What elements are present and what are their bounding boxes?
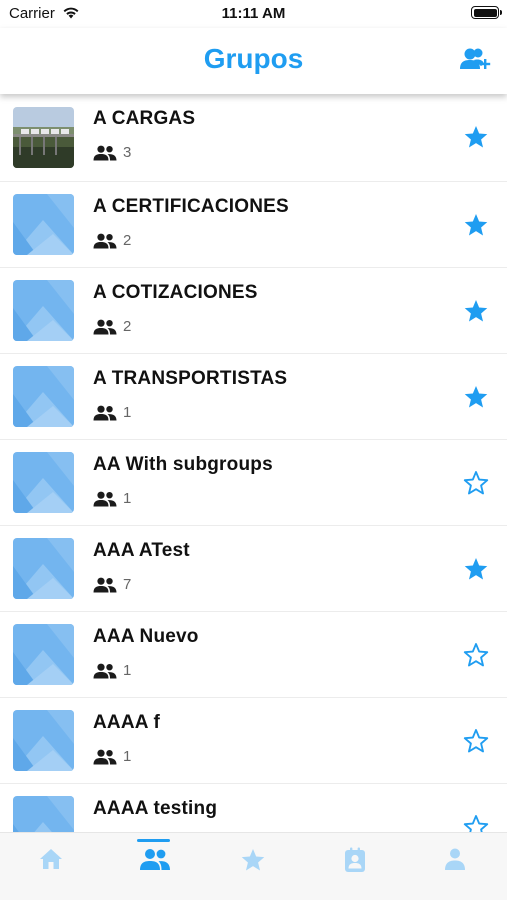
- members-count: 1: [123, 404, 132, 421]
- members-icon: [93, 405, 117, 421]
- groups-tab[interactable]: [101, 833, 202, 901]
- star-filled-icon[interactable]: [463, 212, 489, 238]
- group-thumbnail: [13, 194, 74, 255]
- group-row[interactable]: A TRANSPORTISTAS 1: [0, 354, 507, 440]
- group-name: A CERTIFICACIONES: [93, 196, 289, 217]
- home-tab[interactable]: [0, 833, 101, 901]
- members-count: 1: [123, 748, 132, 765]
- group-row[interactable]: AAAA f 1: [0, 698, 507, 784]
- group-name: A COTIZACIONES: [93, 282, 258, 303]
- group-thumbnail: [13, 366, 74, 427]
- group-row[interactable]: A COTIZACIONES 2: [0, 268, 507, 354]
- group-name: AA With subgroups: [93, 454, 273, 475]
- clock: 11:11 AM: [221, 5, 286, 22]
- group-row[interactable]: AAAA testing: [0, 784, 507, 832]
- members-count: 3: [123, 144, 132, 161]
- star-outline-icon[interactable]: [463, 728, 489, 754]
- group-thumbnail: [13, 107, 74, 168]
- group-row[interactable]: A CERTIFICACIONES 2: [0, 182, 507, 268]
- group-row[interactable]: AAA Nuevo 1: [0, 612, 507, 698]
- group-thumbnail: [13, 538, 74, 599]
- navigation-bar: Grupos: [0, 28, 507, 94]
- group-thumbnail: [13, 710, 74, 771]
- status-bar: Carrier 11:11 AM: [0, 0, 507, 28]
- group-name: AAAA testing: [93, 798, 218, 819]
- members-icon: [93, 145, 117, 161]
- star-filled-icon[interactable]: [463, 298, 489, 324]
- group-name: AAA Nuevo: [93, 626, 199, 647]
- star-outline-icon[interactable]: [463, 470, 489, 496]
- group-name: A TRANSPORTISTAS: [93, 368, 288, 389]
- members-count: 2: [123, 318, 132, 335]
- members-icon: [93, 233, 117, 249]
- group-row[interactable]: AAA ATest 7: [0, 526, 507, 612]
- contact-card-tab[interactable]: [304, 833, 405, 901]
- star-outline-icon[interactable]: [463, 642, 489, 668]
- tab-bar: [0, 832, 507, 900]
- members-icon: [93, 319, 117, 335]
- group-name: A CARGAS: [93, 108, 196, 129]
- members-count: 7: [123, 576, 132, 593]
- page-title: Grupos: [203, 43, 304, 74]
- members-icon: [93, 577, 117, 593]
- battery-icon: [471, 6, 502, 19]
- members-icon: [93, 491, 117, 507]
- group-row[interactable]: AA With subgroups 1: [0, 440, 507, 526]
- star-outline-icon[interactable]: [463, 814, 489, 832]
- members-icon: [93, 749, 117, 765]
- members-count: 1: [123, 662, 132, 679]
- group-thumbnail: [13, 280, 74, 341]
- group-name: AAA ATest: [93, 540, 190, 561]
- group-thumbnail: [13, 796, 74, 832]
- group-thumbnail: [13, 452, 74, 513]
- profile-tab[interactable]: [405, 833, 506, 901]
- star-filled-icon[interactable]: [463, 124, 489, 150]
- members-count: 1: [123, 490, 132, 507]
- members-icon: [93, 663, 117, 679]
- group-name: AAAA f: [93, 712, 160, 733]
- add-user-icon[interactable]: [459, 45, 493, 75]
- star-filled-icon[interactable]: [463, 556, 489, 582]
- members-count: 2: [123, 232, 132, 249]
- star-tab[interactable]: [202, 833, 303, 901]
- groups-list[interactable]: A CARGAS 3 A CERTIFICACIONES 2 A COTIZACIONE…: [0, 94, 507, 832]
- star-filled-icon[interactable]: [463, 384, 489, 410]
- group-thumbnail: [13, 624, 74, 685]
- group-row[interactable]: A CARGAS 3: [0, 94, 507, 182]
